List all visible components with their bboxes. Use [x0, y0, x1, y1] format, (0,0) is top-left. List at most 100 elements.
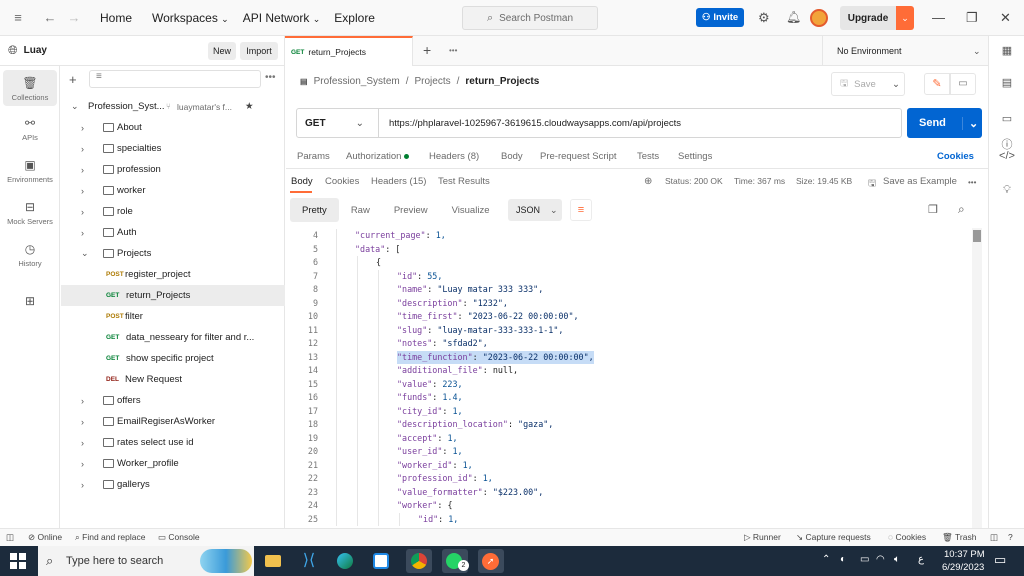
request-row[interactable]: DEL New Request — [61, 369, 285, 390]
search-icon[interactable]: ⌕ — [958, 202, 965, 217]
response-tab-test-results[interactable]: Test Results — [438, 176, 490, 187]
copy-icon[interactable]: ❐ — [928, 203, 938, 216]
edit-mode-button[interactable]: ✎ — [924, 73, 950, 95]
request-row[interactable]: POST filter — [61, 306, 285, 327]
edge-icon[interactable] — [332, 549, 358, 573]
add-collection-icon[interactable]: + — [69, 72, 77, 87]
cookies-link[interactable]: Cookies — [937, 151, 974, 162]
folder-row[interactable]: › rates select use id — [61, 432, 285, 453]
folder-row[interactable]: › profession — [61, 159, 285, 180]
chrome-icon[interactable] — [406, 549, 432, 573]
star-icon[interactable]: ★ — [245, 101, 254, 112]
close-icon[interactable]: ✕ — [1000, 10, 1011, 26]
menu-icon[interactable]: ≡ — [6, 10, 30, 25]
folder-row[interactable]: › offers — [61, 390, 285, 411]
folder-row[interactable]: › worker — [61, 180, 285, 201]
folder-row[interactable]: › EmailRegiserAsWorker — [61, 411, 285, 432]
new-button[interactable]: New — [208, 42, 236, 60]
more-options-icon[interactable]: ••• — [968, 178, 976, 187]
tab-return-projects[interactable]: GET return_Projects — [285, 36, 413, 66]
notification-bell-icon[interactable]: 🔔︎ — [786, 10, 801, 24]
chevron-down-icon[interactable]: ⌄ — [962, 116, 978, 130]
format-raw[interactable]: Raw — [339, 198, 382, 222]
folder-row[interactable]: › About — [61, 117, 285, 138]
response-size[interactable]: Size: 19.45 KB — [796, 176, 852, 186]
request-row[interactable]: POST register_project — [61, 264, 285, 285]
rail-collections[interactable]: 🗑︎ Collections — [3, 70, 57, 106]
rail-environments[interactable]: ▣ Environments — [0, 158, 60, 184]
online-status[interactable]: ⊘ Online — [28, 532, 62, 543]
folder-row[interactable]: ⌄ Projects — [61, 243, 285, 264]
tab-settings[interactable]: Settings — [678, 151, 712, 162]
documentation-icon[interactable]: ▤ — [989, 76, 1024, 89]
comments-icon[interactable]: ▭ — [989, 112, 1024, 125]
wifi-icon[interactable]: ◠ — [876, 554, 885, 565]
format-preview[interactable]: Preview — [382, 198, 440, 222]
send-button[interactable]: Send ⌄ — [907, 108, 982, 138]
tray-overflow-icon[interactable]: ⌃ — [822, 554, 830, 565]
rail-mock-servers[interactable]: ⊟ Mock Servers — [0, 200, 60, 226]
response-tab-body[interactable]: Body — [291, 176, 313, 187]
invite-button[interactable]: ⚇ Invite — [696, 8, 744, 27]
tab-tests[interactable]: Tests — [637, 151, 659, 162]
import-button[interactable]: Import — [240, 42, 278, 60]
request-row[interactable]: GET show specific project — [61, 348, 285, 369]
nav-explore[interactable]: Explore — [334, 11, 375, 25]
volume-icon[interactable]: 🔈︎ — [894, 554, 900, 565]
app-icon[interactable] — [368, 549, 394, 573]
folder-row[interactable]: › Worker_profile — [61, 453, 285, 474]
find-replace-button[interactable]: ⌕ Find and replace — [75, 532, 145, 543]
postman-icon[interactable]: ➚ — [478, 549, 504, 573]
minimize-icon[interactable]: — — [932, 10, 945, 25]
battery-icon[interactable]: ▭ — [860, 554, 869, 565]
folder-row[interactable]: › gallerys — [61, 474, 285, 495]
scrollbar[interactable] — [972, 228, 982, 528]
upgrade-button[interactable]: Upgrade ⌄ — [840, 6, 914, 30]
console-button[interactable]: ▭ Console — [158, 532, 200, 543]
avatar[interactable] — [810, 9, 828, 27]
nav-workspaces[interactable]: Workspaces ⌄ — [152, 11, 229, 25]
breadcrumb-request[interactable]: return_Projects — [465, 76, 539, 87]
tray-app-icon[interactable]: ◐ — [840, 554, 846, 565]
tab-headers[interactable]: Headers (8) — [429, 151, 479, 162]
wrap-lines-icon[interactable]: ≡ — [570, 199, 592, 221]
code-icon[interactable]: </> — [989, 150, 1024, 162]
url-input[interactable]: https://phplaravel-1025967-3619615.cloud… — [389, 118, 681, 129]
whatsapp-icon[interactable]: 2 — [442, 549, 469, 573]
language-select[interactable]: JSON ⌄ — [508, 199, 562, 221]
folder-row[interactable]: › role — [61, 201, 285, 222]
tab-overflow-icon[interactable]: ••• — [449, 46, 457, 55]
collection-row[interactable]: ⌄ Profession_Syst... ⑂ luaymatar's f... … — [61, 96, 285, 117]
save-button[interactable]: 🖫︎ Save ⌄ — [831, 72, 905, 96]
method-select[interactable]: GET ⌄ — [297, 109, 379, 137]
forward-arrow-icon[interactable]: → — [62, 10, 86, 25]
response-status[interactable]: Status: 200 OK — [665, 176, 723, 186]
response-body-editor[interactable]: 4 "current_page": 1, 5 "data": [6{7 "id": 55… — [286, 228, 986, 528]
runner-button[interactable]: ▷ Runner — [744, 532, 781, 543]
nav-home[interactable]: Home — [100, 11, 132, 25]
response-tab-headers[interactable]: Headers (15) — [371, 176, 426, 187]
breadcrumb-folder[interactable]: Projects — [415, 76, 451, 87]
request-row[interactable]: GET return_Projects — [61, 285, 285, 306]
tab-body[interactable]: Body — [501, 151, 523, 162]
notifications-icon[interactable]: ▭ — [994, 552, 1006, 568]
response-tab-cookies[interactable]: Cookies — [325, 176, 359, 187]
trash-button[interactable]: 🗑︎ Trash — [942, 532, 976, 543]
rail-history[interactable]: ◷ History — [0, 242, 60, 268]
scrollbar-thumb[interactable] — [973, 230, 981, 242]
settings-gear-icon[interactable]: ⚙ — [758, 10, 770, 26]
folder-row[interactable]: › Auth — [61, 222, 285, 243]
back-arrow-icon[interactable]: ← — [38, 10, 62, 25]
vscode-icon[interactable]: ⟩⟨ — [296, 549, 322, 573]
language-indicator[interactable]: ع — [918, 554, 924, 565]
lightbulb-icon[interactable]: 💡︎ — [989, 184, 1024, 197]
more-options-icon[interactable]: ••• — [265, 72, 276, 83]
search-input[interactable]: ⌕ Search Postman — [462, 6, 598, 30]
workspace-name[interactable]: Luay — [24, 45, 47, 56]
windows-start-icon[interactable] — [10, 553, 26, 569]
tab-pre-request-script[interactable]: Pre-request Script — [540, 151, 617, 162]
breadcrumb-collection[interactable]: Profession_System — [314, 76, 400, 87]
folder-row[interactable]: › specialties — [61, 138, 285, 159]
response-time[interactable]: Time: 367 ms — [734, 176, 785, 186]
nav-api-network[interactable]: API Network ⌄ — [243, 11, 321, 25]
